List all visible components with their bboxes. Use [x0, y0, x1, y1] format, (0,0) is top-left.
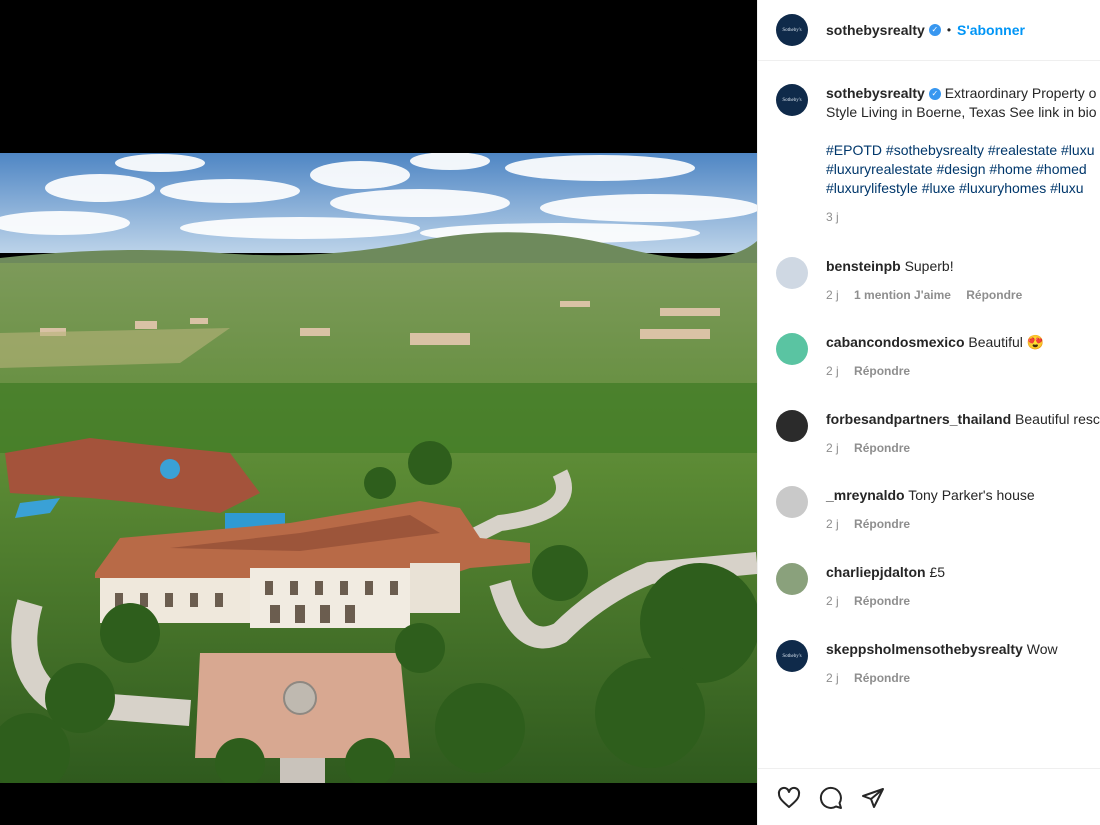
caption-line-2: Style Living in Boerne, Texas See link i… — [826, 104, 1097, 120]
comment-meta: 2 j Répondre — [826, 441, 1100, 455]
comment-text: Superb! — [904, 258, 954, 274]
comment-body: charliepjdalton £5 2 j Répondre — [826, 563, 945, 608]
comment-body: _mreynaldo Tony Parker's house 2 j Répon… — [826, 486, 1035, 531]
verified-badge-icon: ✓ — [928, 24, 941, 36]
reply-button[interactable]: Répondre — [854, 671, 910, 685]
commenter-avatar[interactable] — [776, 333, 808, 365]
comment-body: forbesandpartners_thailand Beautiful res… — [826, 410, 1100, 455]
commenter-avatar[interactable] — [776, 257, 808, 289]
reply-button[interactable]: Répondre — [854, 441, 910, 455]
comment-text-line: _mreynaldo Tony Parker's house — [826, 486, 1035, 505]
comment-likes[interactable]: 1 mention J'aime — [854, 288, 951, 302]
comment-username[interactable]: _mreynaldo — [826, 487, 905, 503]
reply-button[interactable]: Répondre — [966, 288, 1022, 302]
comment-item: charliepjdalton £5 2 j Répondre — [776, 563, 945, 608]
comment-username[interactable]: skeppsholmensothebysrealty — [826, 641, 1023, 657]
comment-item: bensteinpb Superb! 2 j 1 mention J'aime … — [776, 257, 1034, 302]
send-icon-graphic — [862, 787, 884, 808]
hashtags-line-2[interactable]: #luxuryrealestate #design #home #homed — [826, 160, 1097, 179]
avatar-logo-text: Sotheby's — [782, 653, 802, 659]
verified-badge-icon: ✓ — [928, 88, 941, 101]
comment-item: _mreynaldo Tony Parker's house 2 j Répon… — [776, 486, 1035, 531]
commenter-avatar[interactable] — [776, 410, 808, 442]
reply-button[interactable]: Répondre — [854, 594, 910, 608]
comment-item: forbesandpartners_thailand Beautiful res… — [776, 410, 1100, 455]
comment-icon[interactable] — [818, 785, 844, 811]
heart-icon[interactable] — [776, 785, 802, 811]
avatar-logo-text: Sotheby's — [782, 27, 802, 33]
post-media — [0, 0, 757, 825]
commenter-avatar[interactable]: Sotheby's — [776, 640, 808, 672]
post-header: Sotheby's sothebysrealty ✓ • S'abonner — [758, 0, 1100, 61]
comment-text: Wow — [1026, 641, 1058, 657]
header-username[interactable]: sothebysrealty — [826, 22, 925, 38]
comment-body: bensteinpb Superb! 2 j 1 mention J'aime … — [826, 257, 1034, 302]
reply-button[interactable]: Répondre — [854, 364, 910, 378]
comment-meta: 2 j Répondre — [826, 594, 945, 608]
caption-row: Sotheby's sothebysrealty ✓ Extraordinary … — [776, 84, 1097, 224]
heart-icon-graphic — [777, 786, 801, 808]
comment-username[interactable]: forbesandpartners_thailand — [826, 411, 1011, 427]
comment-time[interactable]: 2 j — [826, 288, 839, 302]
comment-text: Tony Parker's house — [908, 487, 1035, 503]
header-user-block: sothebysrealty ✓ • S'abonner — [826, 22, 1025, 38]
comment-text: £5 — [929, 564, 946, 580]
header-separator: • — [946, 23, 952, 37]
caption-line-1: sothebysrealty ✓ Extraordinary Property o — [826, 84, 1097, 103]
caption-avatar[interactable]: Sotheby's — [776, 84, 808, 116]
comment-meta: 2 j 1 mention J'aime Répondre — [826, 288, 1034, 302]
comment-time[interactable]: 2 j — [826, 671, 839, 685]
hashtags-line-3[interactable]: #luxurylifestyle #luxe #luxuryhomes #lux… — [826, 179, 1097, 198]
comment-text-line: cabancondosmexico Beautiful 😍 — [826, 333, 1044, 352]
account-avatar[interactable]: Sotheby's — [776, 14, 808, 46]
comment-meta: 2 j Répondre — [826, 671, 1058, 685]
comment-text-line: charliepjdalton £5 — [826, 563, 945, 582]
follow-button[interactable]: S'abonner — [957, 22, 1025, 38]
comment-time[interactable]: 2 j — [826, 594, 839, 608]
commenter-avatar[interactable] — [776, 486, 808, 518]
aerial-estate-image — [0, 153, 757, 783]
post-actions-bar — [758, 768, 1100, 825]
caption-meta: 3 j — [826, 210, 1097, 224]
reply-button[interactable]: Répondre — [854, 517, 910, 531]
comment-text-line: bensteinpb Superb! — [826, 257, 1034, 276]
post-sidebar: Sotheby's sothebysrealty ✓ • S'abonner S… — [757, 0, 1100, 825]
comment-username[interactable]: cabancondosmexico — [826, 334, 965, 350]
comment-body: skeppsholmensothebysrealty Wow 2 j Répon… — [826, 640, 1058, 685]
comment-text: Beautiful 😍 — [968, 334, 1045, 350]
commenter-avatar[interactable] — [776, 563, 808, 595]
caption-text: Extraordinary Property o — [944, 85, 1097, 101]
caption-username[interactable]: sothebysrealty — [826, 85, 925, 101]
comment-meta: 2 j Répondre — [826, 364, 1044, 378]
avatar-logo-text: Sotheby's — [782, 97, 802, 103]
comment-item: cabancondosmexico Beautiful 😍 2 j Répond… — [776, 333, 1044, 378]
comment-item: Sotheby's skeppsholmensothebysrealty Wow… — [776, 640, 1058, 685]
caption-time[interactable]: 3 j — [826, 210, 839, 224]
post-photo[interactable] — [0, 153, 757, 783]
comment-time[interactable]: 2 j — [826, 441, 839, 455]
comment-text-line: skeppsholmensothebysrealty Wow — [826, 640, 1058, 659]
hashtags-line-1[interactable]: #EPOTD #sothebysrealty #realestate #luxu — [826, 141, 1097, 160]
comment-username[interactable]: bensteinpb — [826, 258, 901, 274]
comment-time[interactable]: 2 j — [826, 517, 839, 531]
comment-icon-graphic — [819, 786, 842, 809]
caption-body: sothebysrealty ✓ Extraordinary Property o… — [826, 84, 1097, 224]
comment-meta: 2 j Répondre — [826, 517, 1035, 531]
comment-time[interactable]: 2 j — [826, 364, 839, 378]
comment-body: cabancondosmexico Beautiful 😍 2 j Répond… — [826, 333, 1044, 378]
send-icon[interactable] — [860, 785, 886, 811]
comment-text-line: forbesandpartners_thailand Beautiful res… — [826, 410, 1100, 429]
comment-text: Beautiful resc — [1015, 411, 1100, 427]
comment-username[interactable]: charliepjdalton — [826, 564, 926, 580]
